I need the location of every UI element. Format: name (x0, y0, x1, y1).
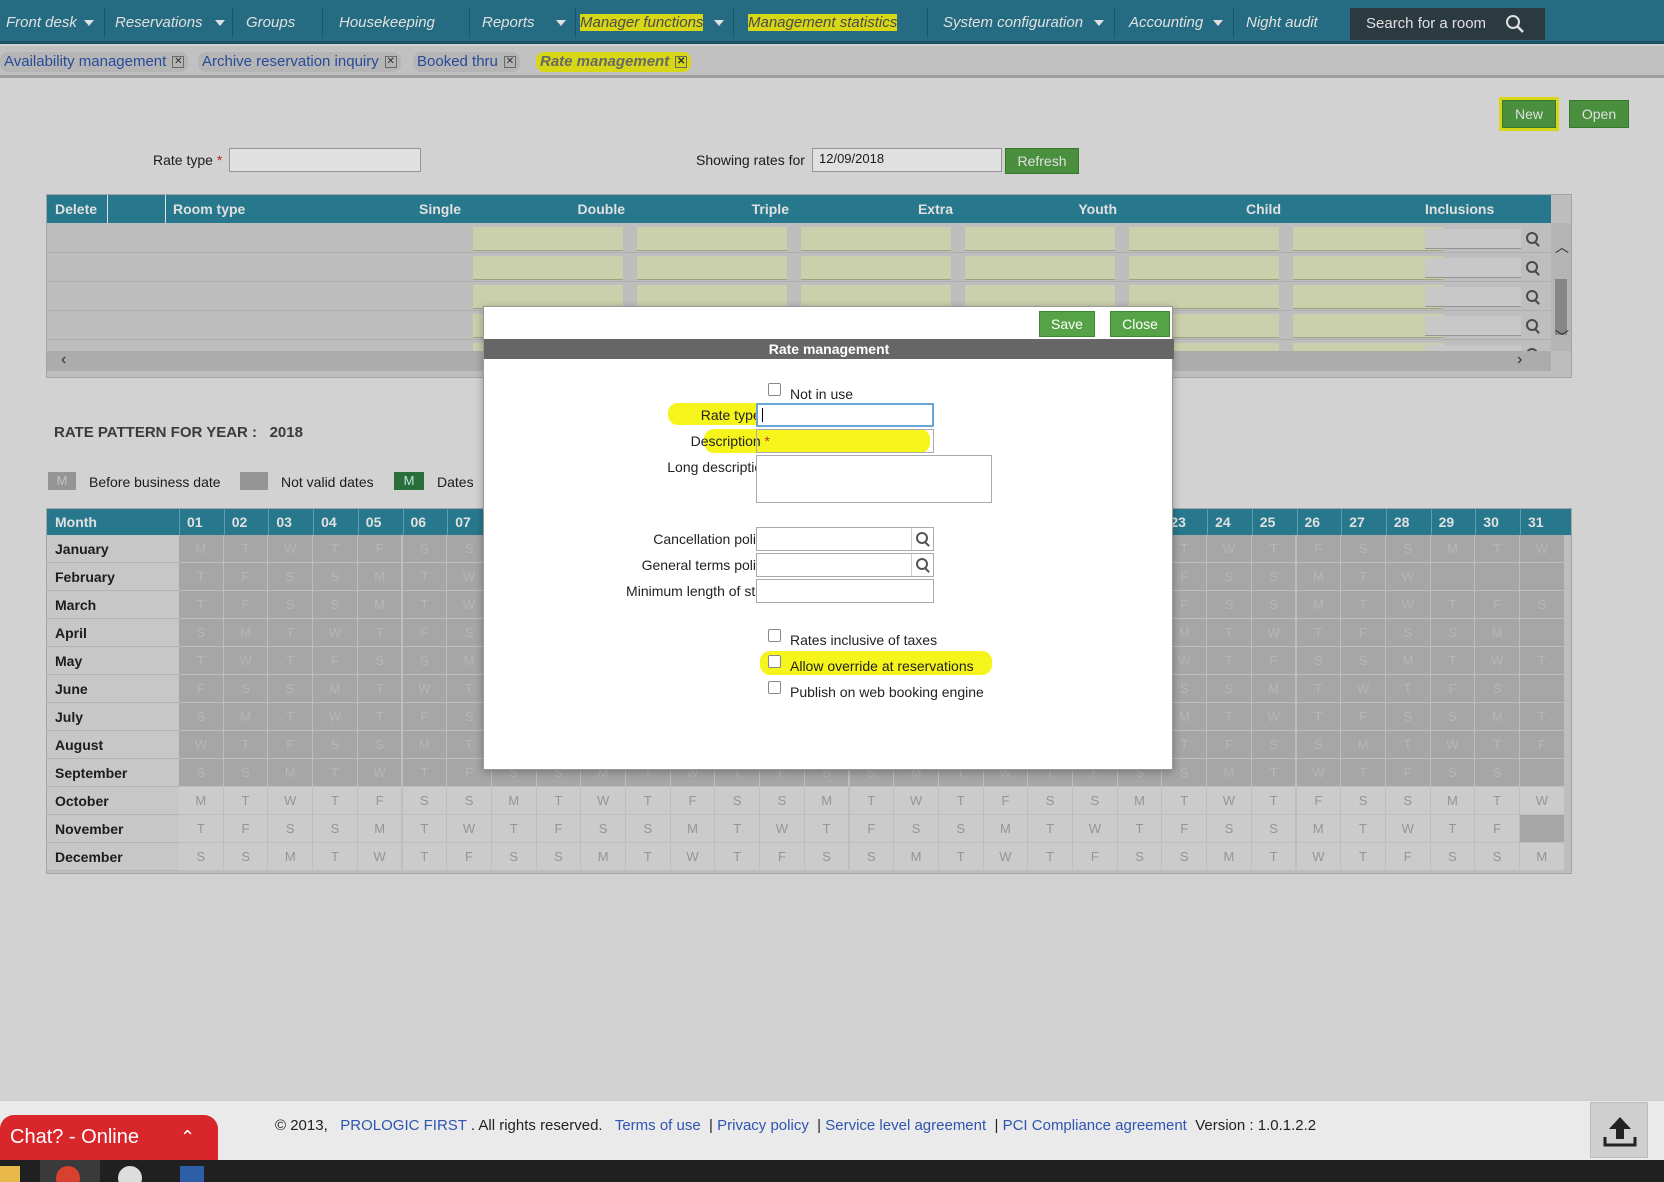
minimum-length-of-stay-input[interactable] (756, 579, 934, 603)
description-input[interactable] (756, 429, 934, 453)
chevron-up-icon[interactable]: ⌃ (180, 1115, 195, 1159)
allow-override-label: Allow override at reservations (790, 658, 974, 674)
privacy-link[interactable]: Privacy policy (717, 1117, 809, 1134)
footer: © 2013, PROLOGIC FIRST . All rights rese… (0, 1100, 1664, 1160)
chat-widget[interactable]: Chat? - Online ⌃ (0, 1115, 218, 1161)
not-in-use-checkbox[interactable] (768, 383, 781, 396)
version-text: Version : 1.0.1.2.2 (1195, 1117, 1317, 1134)
minimum-length-of-stay-label: Minimum length of stay (626, 583, 770, 599)
modal-title: Rate management (484, 339, 1174, 359)
rate-management-modal: Save Close Rate management Not in use Ra… (483, 306, 1174, 770)
sla-link[interactable]: Service level agreement (825, 1117, 986, 1134)
search-icon[interactable] (913, 529, 933, 549)
brand-link[interactable]: PROLOGIC FIRST (340, 1117, 466, 1134)
footer-links: © 2013, PROLOGIC FIRST . All rights rese… (275, 1117, 1317, 1134)
search-icon[interactable] (913, 555, 933, 575)
upload-icon (1603, 1117, 1637, 1147)
text-cursor (762, 408, 763, 422)
scroll-to-top-button[interactable] (1590, 1102, 1648, 1158)
os-taskbar (0, 1160, 1664, 1182)
allow-override-checkbox[interactable] (768, 655, 781, 668)
rates-inclusive-checkbox[interactable] (768, 629, 781, 642)
publish-web-checkbox[interactable] (768, 681, 781, 694)
rates-inclusive-label: Rates inclusive of taxes (790, 632, 938, 648)
cancellation-policy-label: Cancellation policy (653, 531, 770, 547)
browser-icon (56, 1166, 80, 1182)
rate-type-input[interactable] (756, 403, 934, 427)
general-terms-policy-label: General terms policy (641, 557, 770, 573)
cancellation-policy-input[interactable] (756, 527, 934, 551)
close-button[interactable]: Close (1110, 311, 1170, 337)
browser-taskbar-item[interactable] (40, 1160, 100, 1182)
general-terms-policy-input[interactable] (756, 553, 934, 577)
terms-link[interactable]: Terms of use (615, 1117, 701, 1134)
publish-web-label: Publish on web booking engine (790, 684, 984, 700)
description-label: Description * (690, 433, 770, 449)
save-button[interactable]: Save (1039, 311, 1095, 337)
word-icon[interactable] (180, 1166, 204, 1182)
pci-link[interactable]: PCI Compliance agreement (1003, 1117, 1187, 1134)
app-icon[interactable] (118, 1166, 142, 1182)
not-in-use-label: Not in use (790, 386, 854, 402)
long-description-textarea[interactable] (756, 455, 992, 503)
long-description-label: Long description (667, 459, 770, 475)
folder-icon[interactable] (0, 1166, 20, 1182)
